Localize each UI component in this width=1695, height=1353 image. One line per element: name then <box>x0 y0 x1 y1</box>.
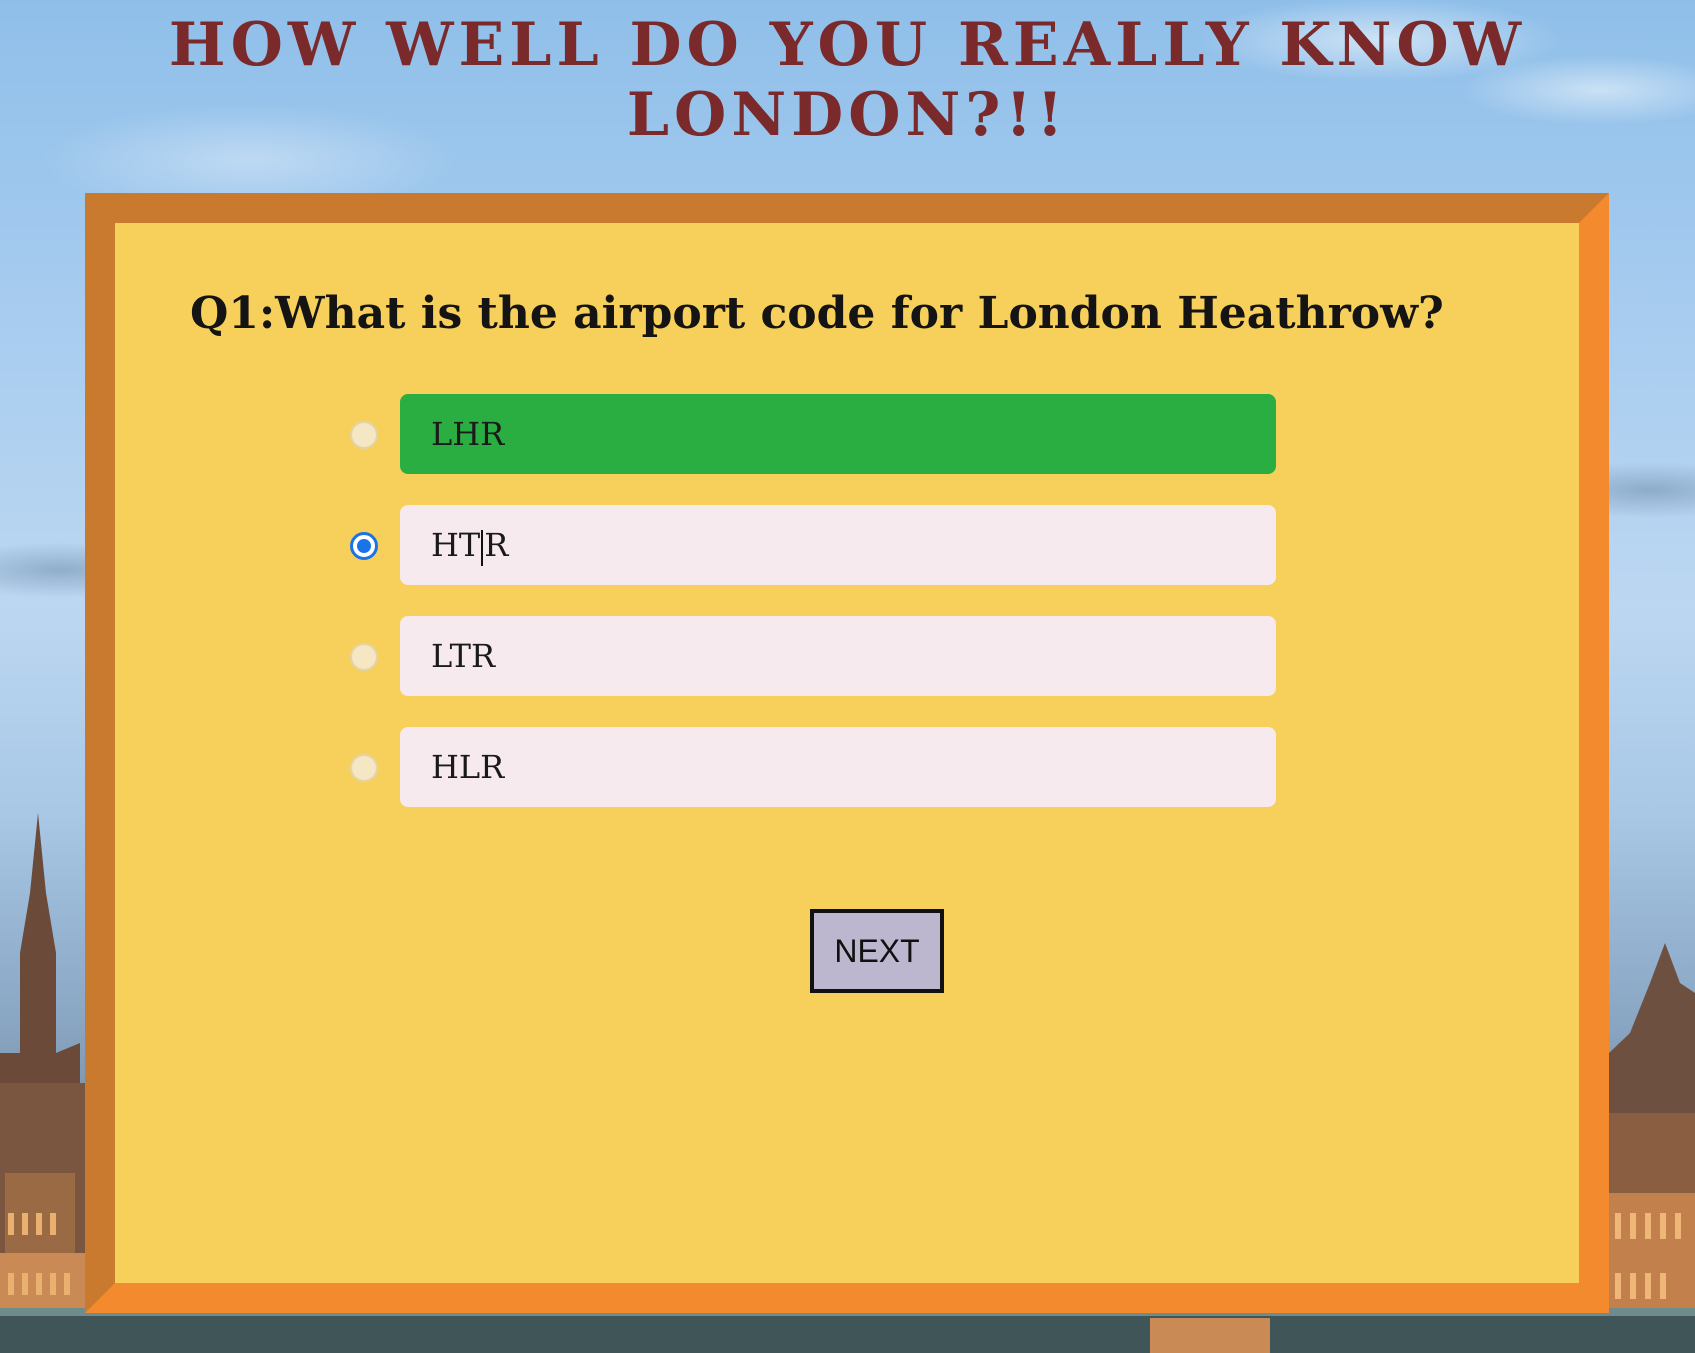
page-title: HOW WELL DO YOU REALLY KNOW LONDON?!! <box>168 10 1527 150</box>
answer-option-2[interactable]: HT R <box>350 505 1300 585</box>
answer-label-2[interactable]: HT R <box>400 505 1276 585</box>
question-text: Q1:What is the airport code for London H… <box>190 288 1444 339</box>
next-button[interactable]: NEXT <box>810 909 944 993</box>
answer-radio-3[interactable] <box>350 643 378 671</box>
answer-text-2-part-a: HT <box>431 526 481 564</box>
answer-option-3[interactable]: LTR <box>350 616 1300 696</box>
answer-label-4[interactable]: HLR <box>400 727 1276 807</box>
answer-option-4[interactable]: HLR <box>350 727 1300 807</box>
answer-text-2-part-b: R <box>484 526 509 564</box>
quiz-panel: Q1:What is the airport code for London H… <box>85 193 1609 1313</box>
answer-label-3[interactable]: LTR <box>400 616 1276 696</box>
answer-label-1[interactable]: LHR <box>400 394 1276 474</box>
answer-radio-4[interactable] <box>350 754 378 782</box>
answer-radio-2[interactable] <box>350 532 378 560</box>
text-cursor <box>481 529 484 566</box>
answer-radio-1[interactable] <box>350 421 378 449</box>
answer-option-1[interactable]: LHR <box>350 394 1300 474</box>
